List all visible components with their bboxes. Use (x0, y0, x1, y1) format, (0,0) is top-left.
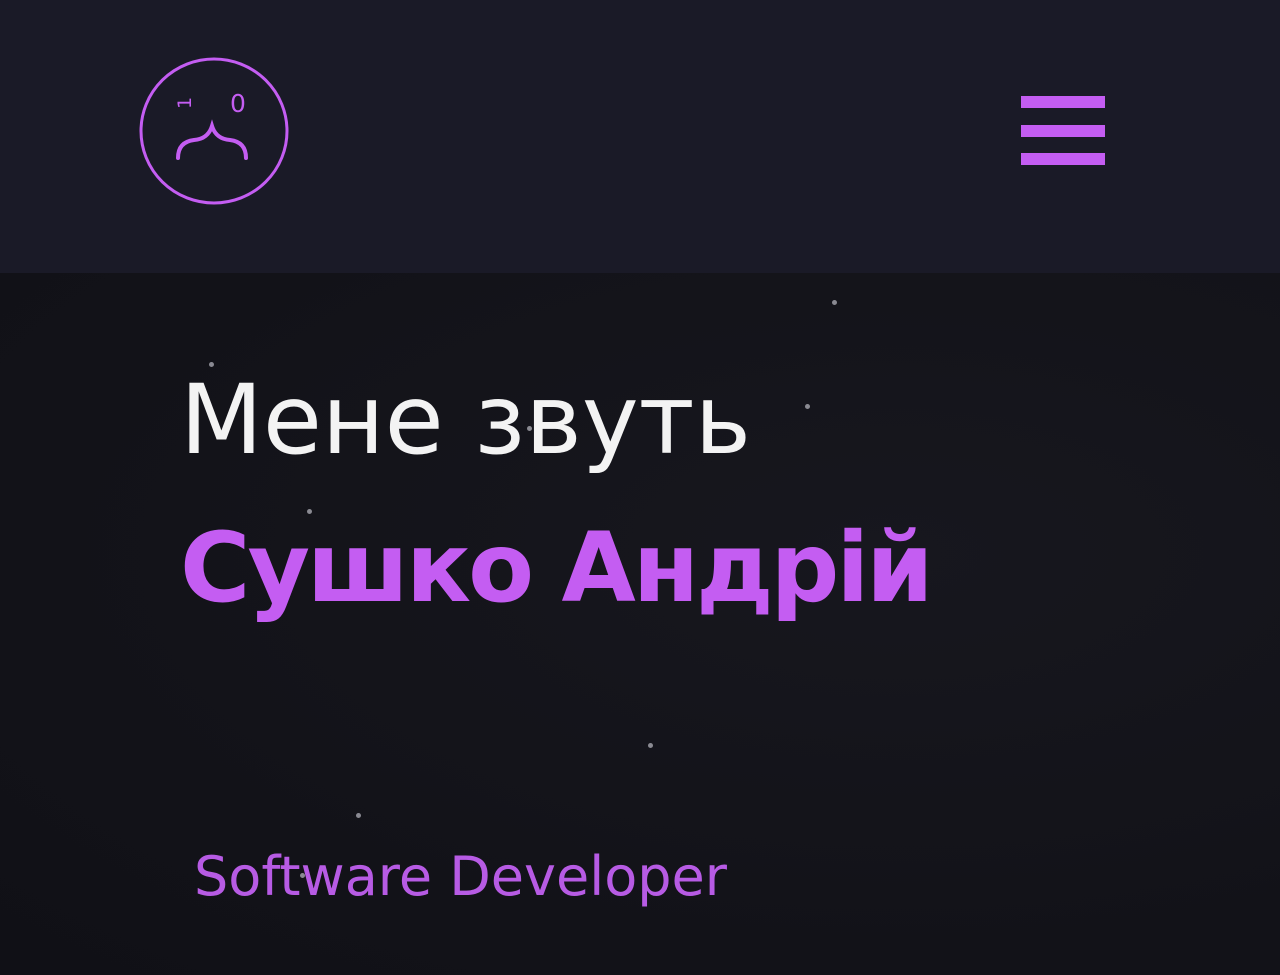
menu-line-middle (1021, 125, 1105, 137)
menu-line-bottom (1021, 153, 1105, 165)
developer-name: Сушко Андрій (180, 512, 934, 624)
star-decoration (356, 813, 361, 818)
star-decoration (805, 404, 810, 409)
page: 1 0 Мене звуть Сушко Андрій Software Dev… (0, 0, 1280, 975)
face-logo-icon[interactable]: 1 0 (138, 56, 290, 206)
star-decoration (832, 300, 837, 305)
site-header: 1 0 (0, 0, 1280, 273)
menu-line-top (1021, 96, 1105, 108)
developer-role: Software Developer (194, 845, 727, 908)
intro-heading: Мене звуть (180, 364, 752, 476)
logo-left-eye: 1 (174, 97, 196, 109)
star-decoration (648, 743, 653, 748)
hamburger-menu-icon[interactable] (1013, 90, 1113, 172)
logo-right-eye: 0 (230, 89, 246, 118)
